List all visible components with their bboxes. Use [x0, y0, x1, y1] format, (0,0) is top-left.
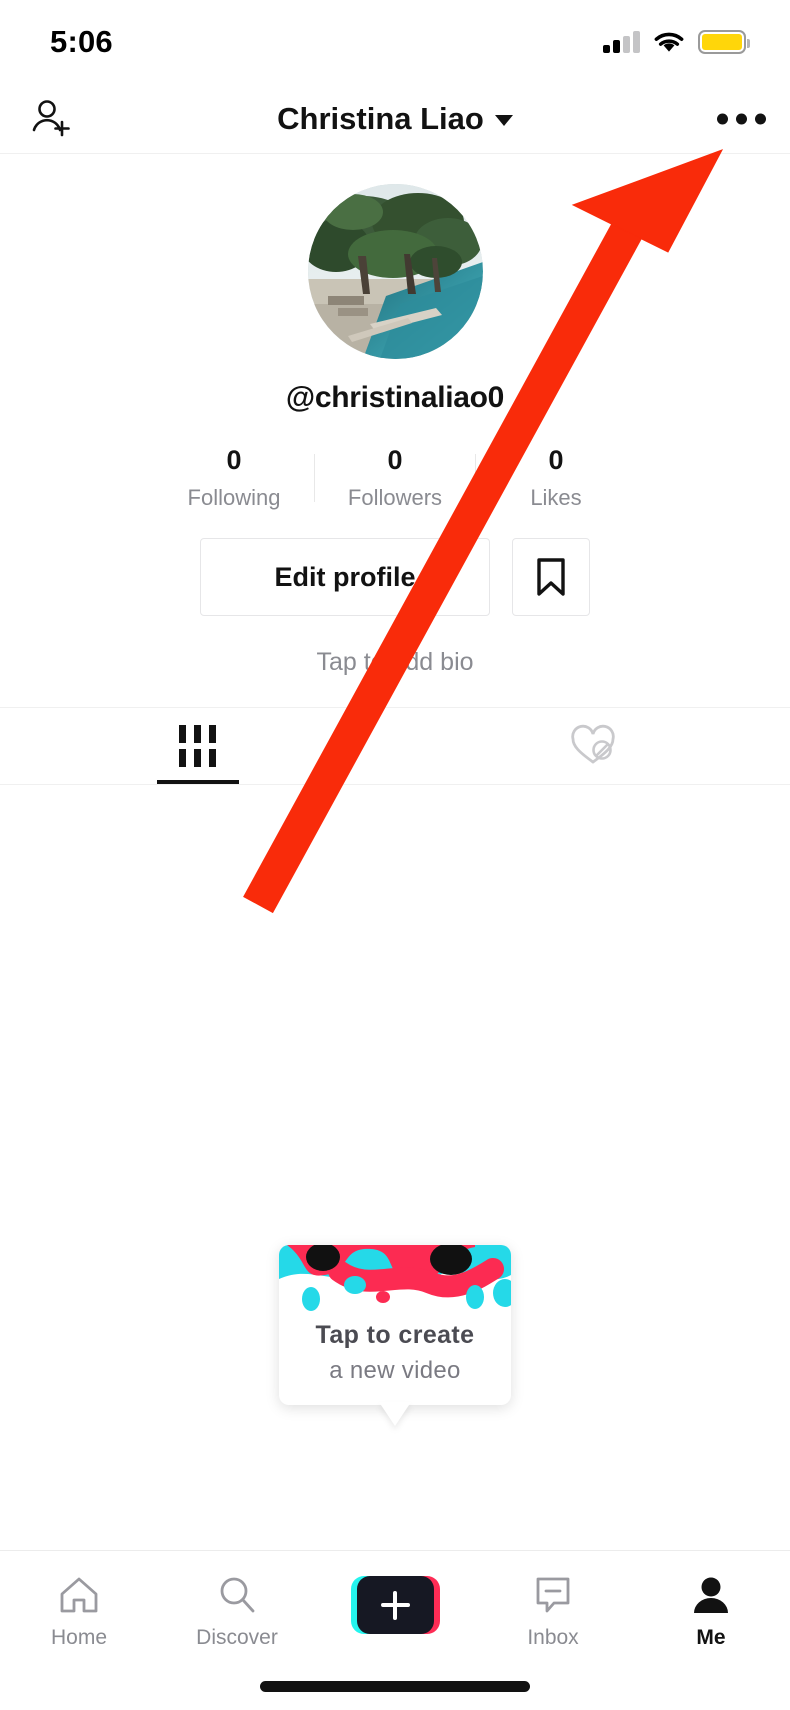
- nav-item-create[interactable]: [316, 1573, 474, 1643]
- profile-section: @christinaliao0 0 Following 0 Followers …: [0, 154, 790, 677]
- battery-icon: [698, 30, 750, 54]
- page-title[interactable]: Christina Liao: [277, 101, 513, 137]
- tiktok-profile-screen: 5:06 Christina Liao @christinaliao0 0 Fo…: [0, 0, 790, 1710]
- tooltip-title: Tap to create: [315, 1321, 475, 1349]
- stat-following[interactable]: 0 Following: [154, 445, 314, 511]
- wifi-icon: [654, 32, 684, 52]
- private-liked-heart-icon: [570, 724, 615, 764]
- status-bar: 5:06: [0, 0, 790, 84]
- status-indicators: [603, 30, 750, 54]
- tab-posts[interactable]: [0, 708, 395, 784]
- stat-label: Likes: [530, 485, 582, 510]
- tooltip-text: Tap to create a new video: [279, 1311, 511, 1405]
- status-time: 5:06: [50, 24, 113, 59]
- tiktok-blob-art: [279, 1245, 511, 1311]
- create-video-icon[interactable]: [350, 1576, 440, 1634]
- tab-liked[interactable]: [395, 708, 790, 784]
- more-options-icon[interactable]: [717, 113, 766, 124]
- cellular-bars-icon: [603, 31, 640, 53]
- tooltip-subtitle: a new video: [329, 1357, 461, 1384]
- stat-value: 0: [226, 445, 242, 475]
- stat-label: Followers: [347, 485, 443, 510]
- username: @christinaliao0: [285, 381, 505, 414]
- tooltip-card: Tap to create a new video: [279, 1245, 511, 1405]
- create-video-tooltip[interactable]: Tap to create a new video: [279, 1245, 511, 1426]
- tab-active-underline: [156, 780, 239, 784]
- nav-item-home[interactable]: Home: [0, 1573, 158, 1650]
- nav-item-discover[interactable]: Discover: [158, 1573, 316, 1650]
- chevron-down-icon[interactable]: [494, 115, 513, 126]
- profile-display-name: Christina Liao: [277, 100, 484, 136]
- inbox-message-icon: [536, 1577, 570, 1613]
- home-indicator: [260, 1681, 530, 1692]
- search-icon: [220, 1577, 255, 1613]
- nav-label: Home: [50, 1626, 108, 1649]
- stat-value: 0: [387, 445, 403, 475]
- stat-followers[interactable]: 0 Followers: [315, 445, 475, 511]
- person-icon: [694, 1577, 728, 1613]
- bio-placeholder[interactable]: Tap to add bio: [316, 648, 473, 677]
- profile-tabs: [0, 707, 790, 785]
- avatar-image: [307, 184, 483, 359]
- grid-posts-icon: [179, 725, 216, 767]
- stat-value: 0: [548, 445, 564, 475]
- profile-actions: Edit profile: [200, 538, 590, 616]
- profile-header: Christina Liao: [0, 84, 790, 154]
- avatar[interactable]: [307, 184, 483, 359]
- edit-profile-button[interactable]: Edit profile: [200, 538, 490, 616]
- tooltip-tail: [379, 1402, 411, 1426]
- add-person-icon[interactable]: [22, 89, 82, 149]
- posts-content-area: Tap to create a new video: [0, 785, 790, 1426]
- profile-stats: 0 Following 0 Followers 0 Likes: [154, 445, 636, 511]
- nav-item-me[interactable]: Me: [632, 1573, 790, 1650]
- bottom-navigation: Home Discover Inbox Me: [0, 1550, 790, 1710]
- nav-item-inbox[interactable]: Inbox: [474, 1573, 632, 1650]
- bookmark-icon: [537, 558, 565, 596]
- stat-likes[interactable]: 0 Likes: [476, 445, 636, 511]
- home-icon: [60, 1577, 98, 1613]
- bookmark-button[interactable]: [512, 538, 590, 616]
- nav-label: Discover: [196, 1626, 278, 1649]
- nav-label: Me: [696, 1626, 726, 1649]
- stat-label: Following: [187, 485, 281, 510]
- nav-label: Inbox: [527, 1626, 579, 1649]
